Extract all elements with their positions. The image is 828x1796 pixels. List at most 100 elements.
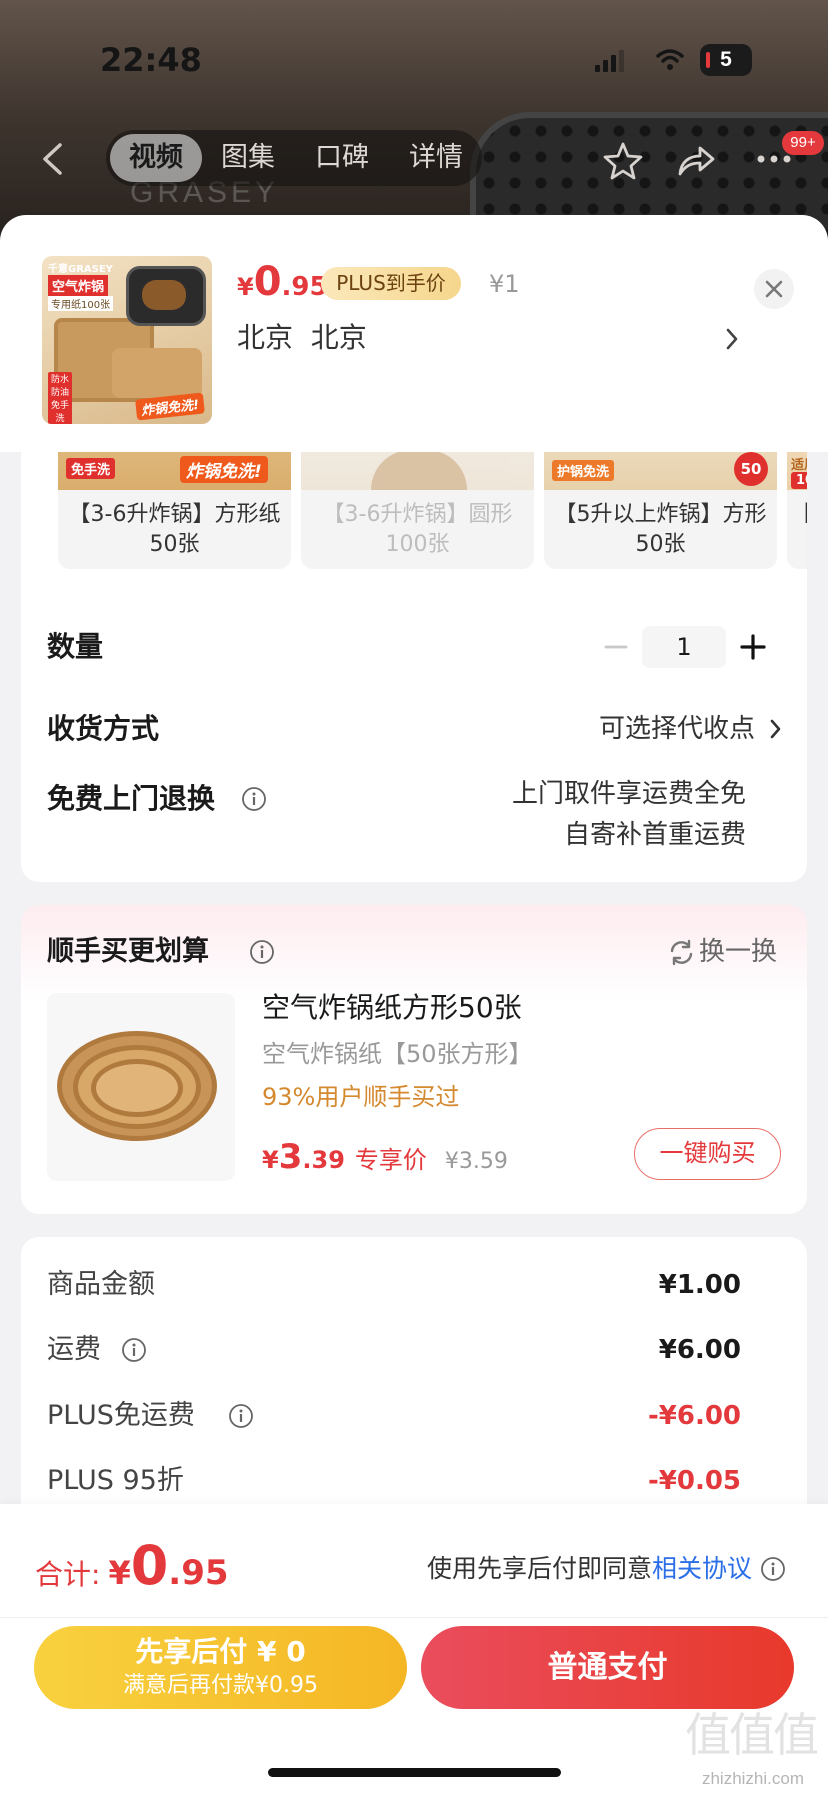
- quantity-input[interactable]: 1: [642, 626, 726, 668]
- cost-value-subtotal: ¥1.00: [658, 1270, 741, 1300]
- info-icon[interactable]: [121, 1337, 147, 1363]
- tab-details[interactable]: 详情: [396, 130, 476, 186]
- price-integer: 3: [278, 1137, 303, 1177]
- product-price: ¥ 0 .95: [237, 259, 328, 309]
- variant-name: 【5: [787, 501, 807, 529]
- tab-gallery[interactable]: 图集: [208, 130, 288, 186]
- side-tag-line: 免手洗: [50, 401, 69, 424]
- total-currency: ¥: [108, 1554, 131, 1592]
- one-click-buy-button[interactable]: 一键购买: [634, 1128, 781, 1180]
- addon-product-name[interactable]: 空气炸锅纸方形50张: [262, 991, 522, 1025]
- variant-image-tag: 护锅免洗: [552, 460, 615, 481]
- paper-liner-image: [91, 1059, 183, 1117]
- variant-count: 100张: [385, 532, 450, 557]
- delivery-address[interactable]: 北京 北京: [237, 320, 367, 356]
- site-watermark: 值值值: [685, 1708, 819, 1762]
- cost-value-plus-free-shipping: -¥6.00: [647, 1401, 741, 1431]
- free-return-pickup: 上门取件享运费全免: [511, 779, 746, 809]
- cost-label-shipping: 运费: [47, 1334, 101, 1365]
- info-icon[interactable]: [228, 1403, 254, 1429]
- cost-label-plus-discount: PLUS 95折: [47, 1465, 184, 1496]
- thumbnail-subtitle: 专用纸100张: [48, 296, 114, 311]
- variant-count: 50张: [635, 532, 686, 557]
- side-tag-line: 防油: [50, 388, 69, 398]
- refresh-button[interactable]: 换一换: [699, 934, 777, 970]
- variant-image-tag: 免手洗: [66, 458, 116, 479]
- star-icon[interactable]: [603, 141, 643, 181]
- agreement-notice: 使用先享后付即同意相关协议: [427, 1552, 752, 1586]
- cost-label-subtotal: 商品金额: [47, 1269, 155, 1300]
- cost-breakdown-card: 商品金额 ¥1.00 运费 ¥6.00 PLUS免运费 -¥6.00 PLUS …: [21, 1237, 807, 1537]
- footer-divider: [0, 1617, 828, 1618]
- decrease-quantity-button[interactable]: [603, 637, 629, 657]
- chevron-right-icon[interactable]: [769, 718, 783, 740]
- thumbnail-food: [142, 280, 186, 310]
- price-decimal: .39: [302, 1146, 345, 1174]
- cost-value-shipping: ¥6.00: [658, 1335, 741, 1365]
- thumbnail-brand: 千意GRASEY: [48, 264, 113, 275]
- info-icon[interactable]: [249, 939, 275, 965]
- total-amount: 合计: ¥ 0 .95: [35, 1534, 229, 1598]
- cellular-signal-icon: [595, 50, 624, 72]
- variant-image-banner: 炸锅免洗!: [180, 456, 268, 483]
- original-price: ¥1: [489, 270, 520, 298]
- refresh-icon[interactable]: [668, 939, 695, 966]
- agreement-text: 使用先享后付即同意: [426, 1554, 652, 1583]
- home-indicator[interactable]: [268, 1768, 561, 1777]
- free-return-label: 免费上门退换: [47, 782, 216, 815]
- side-tag-line: 防水: [50, 375, 69, 385]
- share-icon[interactable]: [676, 144, 716, 178]
- close-icon: [765, 280, 783, 298]
- total-decimal: .95: [168, 1553, 229, 1593]
- back-arrow-icon[interactable]: [40, 142, 64, 176]
- notification-badge: 99+: [782, 131, 824, 155]
- total-label: 合计:: [35, 1558, 101, 1591]
- status-time: 22:48: [100, 41, 202, 79]
- increase-quantity-button[interactable]: [739, 633, 767, 661]
- chevron-right-icon[interactable]: [724, 326, 740, 352]
- price-currency: ¥: [262, 1146, 279, 1174]
- tab-reviews[interactable]: 口碑: [302, 130, 382, 186]
- pay-later-button[interactable]: 先享后付 ¥ 0 满意后再付款¥0.95: [34, 1626, 407, 1709]
- price-currency: ¥: [237, 273, 254, 301]
- tab-video[interactable]: 视频: [110, 130, 202, 186]
- variant-name: 【3-6升炸锅】圆形: [322, 502, 513, 527]
- addon-product-image[interactable]: [47, 993, 235, 1181]
- pay-later-sublabel: 满意后再付款¥0.95: [123, 1673, 318, 1698]
- cost-label-plus-free-shipping: PLUS免运费: [47, 1400, 195, 1431]
- site-watermark-url: zhizhizhi.com: [701, 1769, 805, 1788]
- variant-image-badge: 10: [791, 472, 807, 489]
- thumbnail-paper-liner: [112, 348, 202, 398]
- addon-title: 顺手买更划算: [47, 936, 209, 967]
- pay-later-label: 先享后付 ¥ 0: [135, 1635, 306, 1668]
- purchase-sheet-header: 千意GRASEY 空气炸锅 专用纸100张 防水 防油 免手洗 炸锅免洗! ¥ …: [0, 215, 828, 452]
- price-integer: 0: [253, 259, 282, 305]
- addon-product-spec: 空气炸锅纸【50张方形】: [262, 1040, 533, 1068]
- info-icon[interactable]: [760, 1556, 786, 1582]
- variant-image-liner: [371, 450, 467, 490]
- variant-count: 50张: [149, 532, 200, 557]
- variant-name: 【5升以上炸锅】方形: [554, 502, 767, 527]
- battery-level-text: 5: [720, 48, 732, 71]
- more-icon[interactable]: [756, 152, 792, 166]
- free-return-self-ship: 自寄补首重运费: [563, 820, 746, 850]
- addon-social-proof: 93%用户顺手买过: [262, 1083, 460, 1111]
- options-card: 免手洗 炸锅免洗! 【3-6升炸锅】方形纸 50张 【3-6升炸锅】圆形 100…: [21, 380, 807, 882]
- addon-price: ¥ 3 .39 专享价 ¥3.59: [262, 1137, 508, 1181]
- battery-indicator: 5: [700, 44, 752, 76]
- thumbnail-side-tag: 防水 防油 免手洗: [48, 372, 72, 424]
- delivery-method-label: 收货方式: [47, 712, 160, 745]
- agreement-link[interactable]: 相关协议: [652, 1554, 752, 1583]
- normal-pay-button[interactable]: 普通支付: [421, 1626, 794, 1709]
- delivery-method-value[interactable]: 可选择代收点: [599, 712, 755, 746]
- exclusive-price-tag: 专享价: [354, 1146, 427, 1174]
- battery-low-level: [706, 52, 710, 68]
- thumbnail-title: 空气炸锅: [48, 275, 109, 296]
- quantity-label: 数量: [47, 630, 104, 663]
- close-button[interactable]: [754, 269, 794, 309]
- checkout-footer: 合计: ¥ 0 .95 使用先享后付即同意相关协议 先享后付 ¥ 0 满意后再付…: [0, 1504, 828, 1796]
- plus-price-badge: PLUS到手价: [321, 267, 461, 300]
- info-icon[interactable]: [241, 786, 267, 812]
- addon-original-price: ¥3.59: [444, 1149, 508, 1174]
- wifi-icon: [656, 49, 684, 70]
